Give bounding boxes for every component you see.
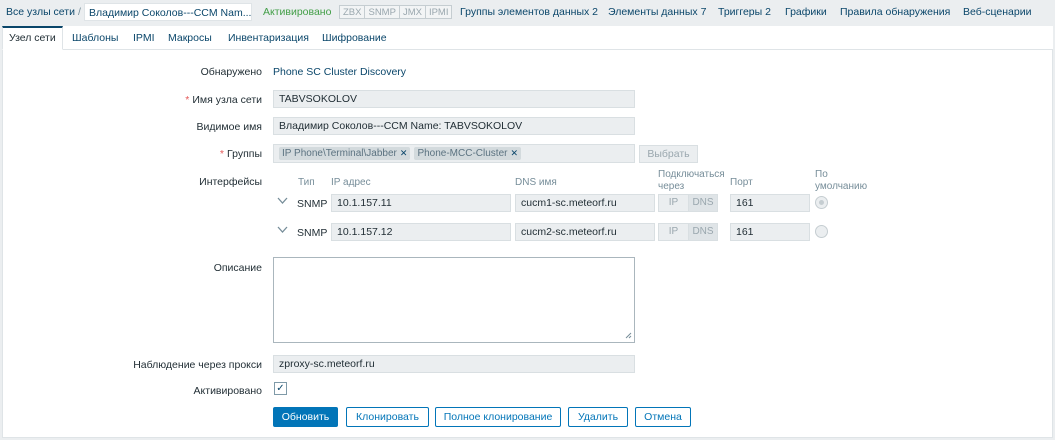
interface-dns-field[interactable]: cucm2-sc.meteorf.ru bbox=[515, 223, 655, 241]
delete-button[interactable]: Удалить bbox=[568, 407, 628, 427]
host-status-enabled[interactable]: Активировано bbox=[263, 6, 331, 18]
group-tag: IP Phone\Terminal\Jabber ✕ bbox=[279, 147, 411, 160]
visible-name-label: Видимое имя bbox=[196, 121, 262, 133]
default-interface-radio[interactable] bbox=[815, 196, 828, 209]
form-tabs: Узел сети Шаблоны IPMI Макросы Инвентари… bbox=[2, 26, 1053, 50]
connect-via-toggle[interactable]: IP DNS bbox=[658, 223, 718, 241]
connect-via-toggle[interactable]: IP DNS bbox=[658, 194, 718, 212]
groups-multiselect[interactable]: IP Phone\Terminal\Jabber ✕ Phone-MCC-Clust… bbox=[273, 144, 635, 163]
chevron-down-icon[interactable] bbox=[277, 197, 288, 208]
link-triggers[interactable]: Триггеры 2 bbox=[718, 6, 771, 18]
proxy-label: Наблюдение через прокси bbox=[133, 359, 262, 371]
link-discovery-rules[interactable]: Правила обнаружения bbox=[840, 6, 950, 18]
interfaces-header-port: Порт bbox=[730, 177, 753, 188]
tab-encryption[interactable]: Шифрование bbox=[316, 26, 393, 50]
interface-port-field[interactable]: 161 bbox=[730, 223, 810, 241]
tab-inventory[interactable]: Инвентаризация bbox=[222, 26, 315, 50]
required-mark: * bbox=[185, 94, 190, 106]
interfaces-label: Интерфейсы bbox=[199, 176, 262, 188]
link-item-groups[interactable]: Группы элементов данных 2 bbox=[460, 6, 598, 18]
chevron-down-icon[interactable] bbox=[277, 226, 288, 237]
link-web-scenarios[interactable]: Веб-сценарии bbox=[963, 6, 1031, 18]
enabled-checkbox[interactable]: ✓ bbox=[274, 382, 287, 395]
select-groups-button[interactable]: Выбрать bbox=[639, 145, 698, 163]
description-label: Описание bbox=[213, 262, 262, 274]
tab-macros[interactable]: Макросы bbox=[162, 26, 218, 50]
discovered-label: Обнаружено bbox=[200, 66, 262, 78]
remove-group-icon[interactable]: ✕ bbox=[400, 148, 408, 158]
availability-snmp: SNMP bbox=[365, 6, 400, 18]
interfaces-header-type: Тип bbox=[298, 177, 315, 188]
top-navigation: Все узлы сети / Владимир Соколов---CCM N… bbox=[0, 0, 1055, 24]
interfaces-header-default-2: умолчанию bbox=[815, 181, 868, 192]
cancel-button[interactable]: Отмена bbox=[635, 407, 691, 427]
availability-indicators: ZBX SNMP JMX IPMI bbox=[339, 5, 453, 19]
interface-ip-field[interactable]: 10.1.157.12 bbox=[331, 223, 511, 241]
tab-templates[interactable]: Шаблоны bbox=[66, 26, 124, 50]
group-tag: Phone-MCC-Cluster ✕ bbox=[414, 147, 522, 160]
connect-via-ip[interactable]: IP bbox=[659, 195, 688, 211]
tab-ipmi[interactable]: IPMI bbox=[127, 26, 161, 50]
interfaces-header-ip: IP адрес bbox=[331, 177, 371, 188]
visible-name-field[interactable]: Владимир Соколов---CCM Name: TABVSOKOLOV bbox=[273, 117, 635, 135]
link-graphs[interactable]: Графики bbox=[785, 6, 827, 18]
interfaces-header-connect-via-2: через bbox=[658, 181, 685, 192]
interface-ip-field[interactable]: 10.1.157.11 bbox=[331, 194, 511, 212]
breadcrumb-host-name[interactable]: Владимир Соколов---CCM Nam... bbox=[84, 3, 252, 21]
availability-zbx: ZBX bbox=[340, 6, 366, 18]
discovery-rule-link[interactable]: Phone SC Cluster Discovery bbox=[273, 66, 406, 78]
groups-label: * Группы bbox=[219, 148, 262, 160]
description-textarea[interactable] bbox=[273, 257, 635, 343]
connect-via-dns[interactable]: DNS bbox=[688, 224, 717, 240]
proxy-field[interactable]: zproxy-sc.meteorf.ru bbox=[273, 355, 635, 373]
breadcrumb-separator: / bbox=[78, 6, 81, 18]
host-form: Обнаружено Phone SC Cluster Discovery * И… bbox=[2, 50, 1053, 438]
availability-ipmi: IPMI bbox=[425, 6, 452, 18]
interfaces-header-default: По bbox=[815, 169, 828, 180]
update-button[interactable]: Обновить bbox=[273, 407, 338, 427]
interface-port-field[interactable]: 161 bbox=[730, 194, 810, 212]
remove-group-icon[interactable]: ✕ bbox=[510, 148, 518, 158]
link-items[interactable]: Элементы данных 7 bbox=[608, 6, 706, 18]
host-name-field[interactable]: TABVSOKOLOV bbox=[273, 90, 635, 108]
interfaces-header-dns: DNS имя bbox=[515, 177, 557, 188]
host-name-label: * Имя узла сети bbox=[185, 94, 262, 106]
tab-host[interactable]: Узел сети bbox=[2, 26, 63, 50]
availability-jmx: JMX bbox=[399, 6, 426, 18]
interface-type: SNMP bbox=[297, 198, 328, 210]
connect-via-dns[interactable]: DNS bbox=[688, 195, 717, 211]
full-clone-button[interactable]: Полное клонирование bbox=[435, 407, 561, 427]
interfaces-header-connect-via: Подключаться bbox=[658, 169, 725, 180]
interface-type: SNMP bbox=[297, 227, 328, 239]
clone-button[interactable]: Клонировать bbox=[346, 407, 429, 427]
interface-dns-field[interactable]: cucm1-sc.meteorf.ru bbox=[515, 194, 655, 212]
breadcrumb-all-hosts[interactable]: Все узлы сети bbox=[6, 6, 75, 18]
enabled-label: Активировано bbox=[193, 385, 262, 397]
required-mark: * bbox=[219, 148, 224, 160]
default-interface-radio[interactable] bbox=[815, 225, 828, 238]
connect-via-ip[interactable]: IP bbox=[659, 224, 688, 240]
resize-grip-icon[interactable] bbox=[625, 332, 632, 341]
